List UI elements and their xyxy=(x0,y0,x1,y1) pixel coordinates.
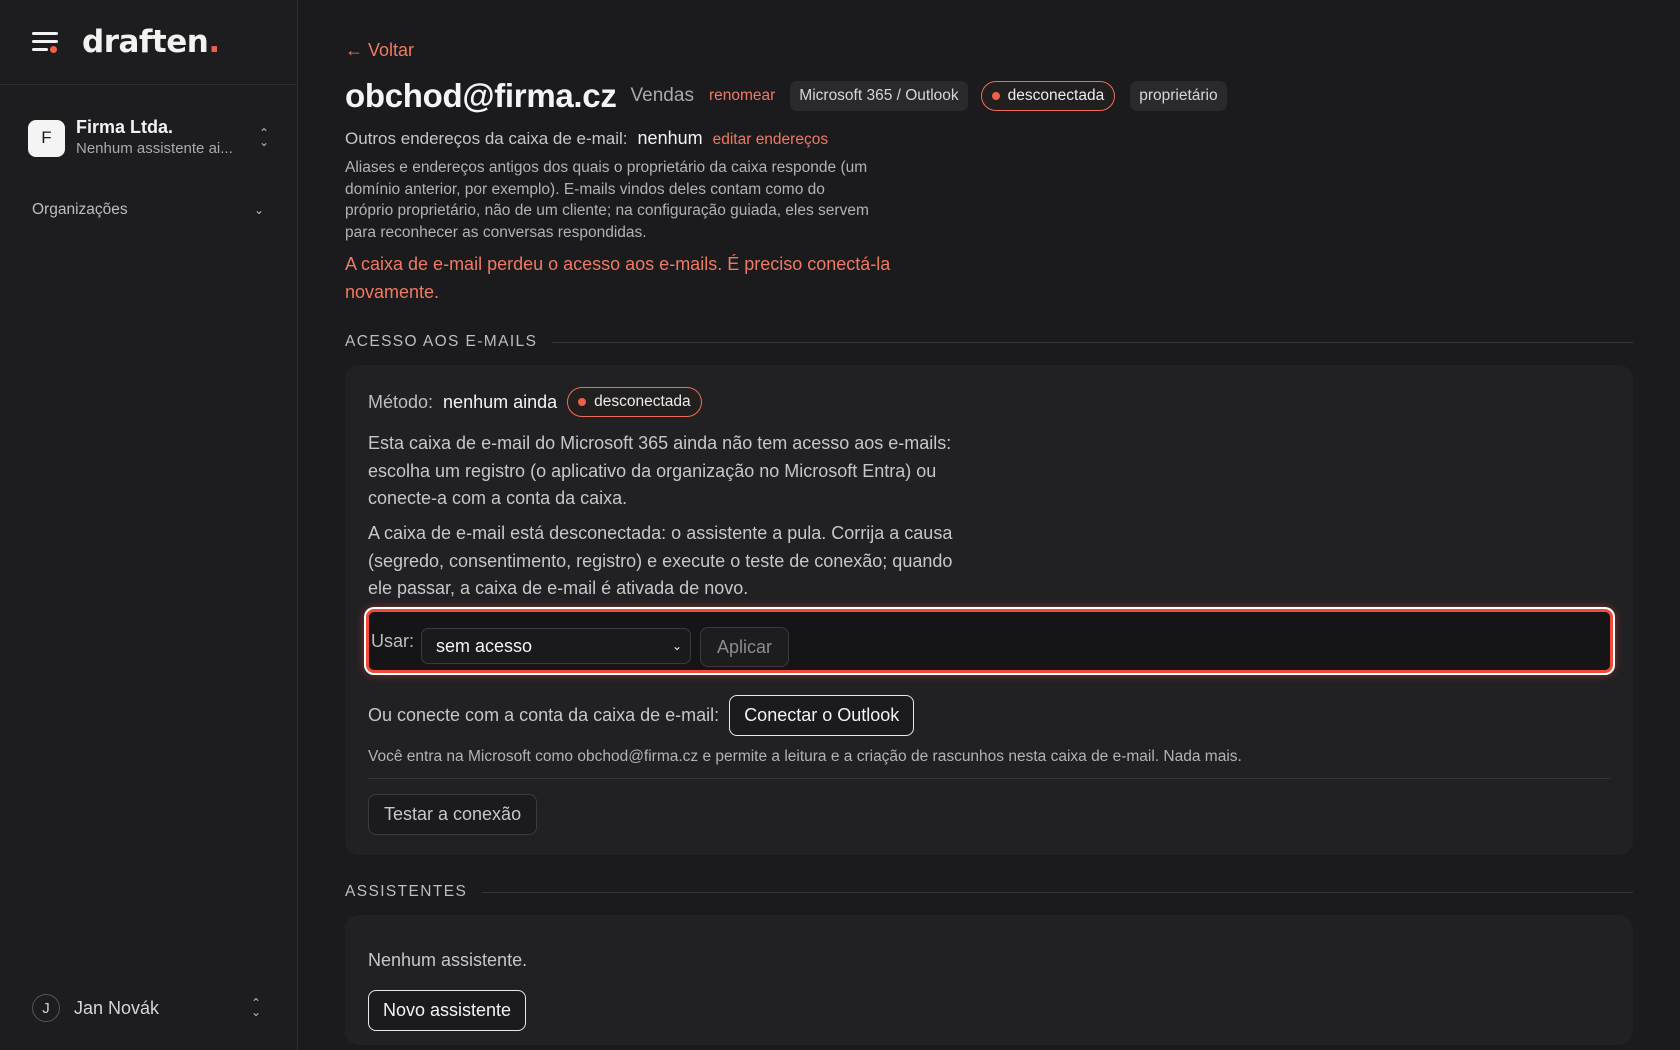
section-assistants-header: ASSISTENTES xyxy=(345,883,1633,901)
disconnected-description: A caixa de e-mail está desconectada: o a… xyxy=(368,523,953,598)
access-description: Esta caixa de e-mail do Microsoft 365 ai… xyxy=(368,433,952,508)
use-registration-row: Usar: sem acesso ⌄ Aplicar xyxy=(366,609,1613,673)
method-row: Método: nenhum ainda desconectada xyxy=(368,387,702,417)
no-assistants-text: Nenhum assistente. xyxy=(368,950,528,970)
status-badge: desconectada xyxy=(567,387,702,417)
apply-button[interactable]: Aplicar xyxy=(700,627,789,667)
provider-badge: Microsoft 365 / Outlook xyxy=(790,81,968,111)
card-divider xyxy=(368,778,1610,779)
role-badge: proprietário xyxy=(1130,81,1227,111)
organizations-label: Organizações xyxy=(32,201,128,218)
new-assistant-button[interactable]: Novo assistente xyxy=(368,990,527,1031)
app-logo[interactable]: draften. xyxy=(82,24,220,60)
org-subtitle: Nenhum assistente ai... xyxy=(76,140,233,157)
rename-link[interactable]: renomear xyxy=(709,87,775,105)
page-title: obchod@firma.cz xyxy=(345,77,617,114)
section-title: ACESSO AOS E-MAILS xyxy=(345,333,538,350)
status-text: desconectada xyxy=(1007,87,1105,104)
aliases-value: nenhum xyxy=(637,128,703,148)
test-connection-button[interactable]: Testar a conexão xyxy=(368,794,538,835)
status-dot-icon xyxy=(991,92,1000,100)
method-value: nenhum ainda xyxy=(443,391,558,412)
connect-outlook-button[interactable]: Conectar o Outlook xyxy=(729,695,915,736)
user-switcher[interactable]: J Jan Novák ⌃ ⌄ xyxy=(32,992,264,1024)
chevron-down-icon: ⌄ xyxy=(253,203,264,217)
section-divider xyxy=(482,891,1633,893)
connect-row: Ou conecte com a conta da caixa de e-mai… xyxy=(368,695,915,736)
user-name: Jan Novák xyxy=(74,997,160,1018)
edit-aliases-link[interactable]: editar endereços xyxy=(713,131,828,149)
registration-select[interactable]: sem acesso ⌄ xyxy=(421,628,691,664)
chevron-down-icon: ⌄ xyxy=(671,639,682,653)
reconnect-warning: A caixa de e-mail perdeu o acesso aos e-… xyxy=(345,254,891,302)
aliases-row: Outros endereços da caixa de e-mail: nen… xyxy=(345,128,828,149)
sidebar: draften. F Firma Ltda. Nenhum assistente… xyxy=(0,0,298,1050)
organizations-toggle[interactable]: Organizações ⌄ xyxy=(32,198,264,222)
mailbox-header: obchod@firma.cz Vendas renomear Microsof… xyxy=(345,74,1240,118)
section-title: ASSISTENTES xyxy=(345,883,468,900)
section-access-header: ACESSO AOS E-MAILS xyxy=(345,333,1633,351)
org-name: Firma Ltda. xyxy=(76,117,174,137)
updown-icon: ⌃ ⌄ xyxy=(250,996,262,1019)
menu-icon[interactable] xyxy=(32,31,60,53)
org-switcher[interactable]: F Firma Ltda. Nenhum assistente ai... ⌃ ⌄ xyxy=(28,112,272,164)
use-label: Usar: xyxy=(371,631,415,651)
section-divider xyxy=(552,341,1633,343)
access-card: Método: nenhum ainda desconectada Esta c… xyxy=(345,365,1633,855)
status-badge: desconectada xyxy=(980,81,1116,111)
user-avatar: J xyxy=(32,994,60,1022)
status-text: desconectada xyxy=(594,393,691,410)
connect-label: Ou conecte com a conta da caixa de e-mai… xyxy=(368,705,720,725)
updown-icon: ⌃ ⌄ xyxy=(258,126,270,149)
org-avatar: F xyxy=(28,119,65,157)
method-label: Método: xyxy=(368,391,434,412)
status-dot-icon xyxy=(578,398,587,406)
sidebar-header: draften. xyxy=(0,0,297,85)
assistants-card: Nenhum assistente. Novo assistente xyxy=(345,915,1633,1045)
connect-note: Você entra na Microsoft como obchod@firm… xyxy=(368,748,1242,765)
team-label: Vendas xyxy=(630,85,694,106)
registration-select-value: sem acesso xyxy=(436,635,533,656)
aliases-description: Aliases e endereços antigos dos quais o … xyxy=(345,159,869,242)
aliases-label: Outros endereços da caixa de e-mail: xyxy=(345,129,628,148)
back-link[interactable]: ← Voltar xyxy=(345,40,414,61)
